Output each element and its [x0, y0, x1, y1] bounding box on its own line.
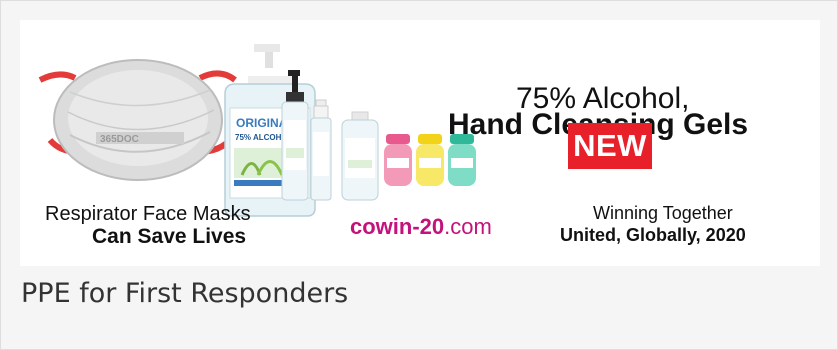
mask-brand-text: 365DOC [100, 134, 139, 145]
url-tld: .com [444, 214, 492, 239]
pocket-gel-yellow-image [416, 134, 444, 186]
url-domain: cowin-20 [350, 214, 445, 239]
spray-bottle-image [310, 99, 332, 201]
pocket-gel-pink-image [384, 134, 412, 186]
product-card[interactable]: 365DOC ORIGINAL 75% ALCOHOL 75% Alcohol,… [0, 0, 838, 350]
squeeze-bottle-image [341, 111, 379, 201]
winning-tagline-line1: Winning Together [593, 203, 733, 223]
respirator-mask-image: 365DOC [38, 59, 237, 181]
respirator-tagline-line2: Can Save Lives [92, 225, 247, 248]
product-title-link[interactable]: PPE for First Responders [21, 278, 348, 309]
respirator-tagline-line1: Respirator Face Masks [45, 203, 251, 225]
winning-tagline-line2: United, Globally, 2020 [560, 225, 746, 245]
new-badge: NEW [568, 123, 652, 169]
website-url: cowin-20.com [350, 214, 492, 240]
promo-banner[interactable]: 365DOC ORIGINAL 75% ALCOHOL 75% Alcohol,… [20, 20, 820, 266]
